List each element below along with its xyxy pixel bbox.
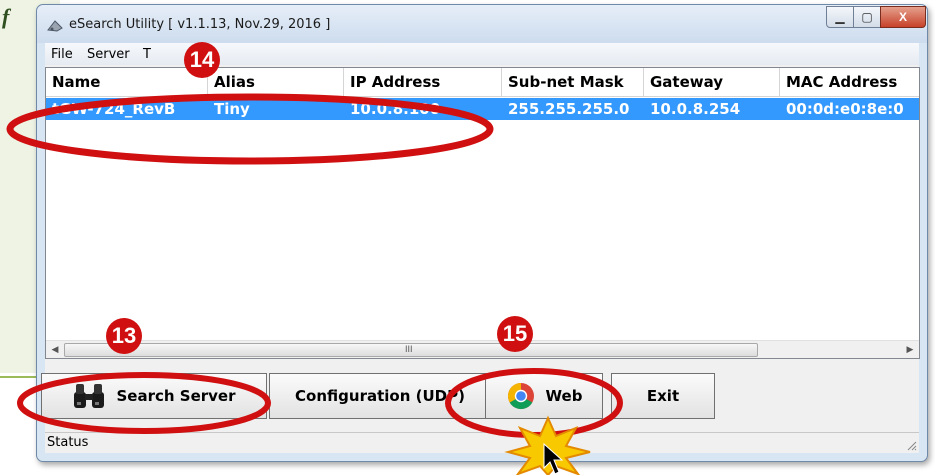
status-text: Status bbox=[47, 435, 89, 450]
cell-ip: 10.0.8.100 bbox=[350, 100, 441, 118]
minimize-icon: ▁ bbox=[835, 10, 845, 24]
step-badge-14: 14 bbox=[184, 42, 220, 78]
client-area: File Server T Name Alias IP Address Sub-… bbox=[41, 43, 920, 453]
scroll-right-icon[interactable]: ▶ bbox=[902, 342, 918, 357]
resize-grip-icon[interactable] bbox=[905, 439, 917, 451]
menu-file[interactable]: File bbox=[51, 47, 73, 62]
cell-subnet: 255.255.255.0 bbox=[508, 100, 630, 118]
column-header-ip[interactable]: IP Address bbox=[344, 68, 502, 96]
column-header-gateway[interactable]: Gateway bbox=[644, 68, 780, 96]
scroll-grip: III bbox=[405, 344, 413, 354]
menu-tools[interactable]: T bbox=[143, 47, 151, 62]
chrome-icon bbox=[507, 382, 534, 410]
exit-button[interactable]: Exit bbox=[611, 373, 715, 419]
exit-label: Exit bbox=[646, 387, 680, 405]
step-badge-13: 13 bbox=[106, 318, 142, 354]
app-icon bbox=[47, 20, 63, 32]
cell-gateway: 10.0.8.254 bbox=[650, 100, 741, 118]
search-server-label: Search Server bbox=[116, 387, 236, 405]
window-title: eSearch Utility [ v1.1.13, Nov.29, 2016 … bbox=[69, 17, 331, 32]
close-icon: X bbox=[898, 10, 907, 24]
column-header-mac[interactable]: MAC Address bbox=[780, 68, 919, 96]
title-bar[interactable]: eSearch Utility [ v1.1.13, Nov.29, 2016 … bbox=[37, 5, 927, 43]
esearch-window: eSearch Utility [ v1.1.13, Nov.29, 2016 … bbox=[36, 4, 928, 462]
scroll-thumb[interactable]: III bbox=[64, 343, 758, 357]
step-badge-15: 15 bbox=[497, 316, 533, 352]
cell-mac: 00:0d:e0:8e:0 bbox=[786, 100, 904, 118]
list-header: Name Alias IP Address Sub-net Mask Gatew… bbox=[46, 68, 919, 97]
maximize-button[interactable]: ▢ bbox=[853, 6, 881, 28]
document-glyph: f bbox=[2, 4, 10, 29]
configuration-udp-label: Configuration (UDP) bbox=[295, 387, 465, 405]
cell-alias: Tiny bbox=[214, 100, 250, 118]
status-bar: Status bbox=[45, 432, 919, 453]
column-header-subnet[interactable]: Sub-net Mask bbox=[502, 68, 644, 96]
horizontal-scrollbar[interactable]: ◀ III ▶ bbox=[46, 340, 919, 358]
web-label: Web bbox=[545, 387, 583, 405]
scroll-left-icon[interactable]: ◀ bbox=[47, 342, 63, 357]
close-button[interactable]: X bbox=[880, 6, 926, 28]
menu-server[interactable]: Server bbox=[87, 47, 130, 62]
menu-bar: File Server T bbox=[45, 43, 919, 65]
table-row[interactable]: tGW-724_RevB Tiny 10.0.8.100 255.255.255… bbox=[46, 98, 919, 120]
cell-name: tGW-724_RevB bbox=[52, 100, 176, 118]
search-server-button[interactable]: Search Server bbox=[41, 373, 267, 419]
column-header-alias[interactable]: Alias bbox=[208, 68, 344, 96]
binoculars-icon bbox=[74, 384, 105, 408]
maximize-icon: ▢ bbox=[861, 10, 873, 24]
server-list[interactable]: Name Alias IP Address Sub-net Mask Gatew… bbox=[45, 67, 920, 359]
configuration-udp-button[interactable]: Configuration (UDP) bbox=[269, 373, 491, 419]
column-header-name[interactable]: Name bbox=[46, 68, 208, 96]
minimize-button[interactable]: ▁ bbox=[826, 6, 854, 28]
web-button[interactable]: Web bbox=[485, 373, 603, 419]
